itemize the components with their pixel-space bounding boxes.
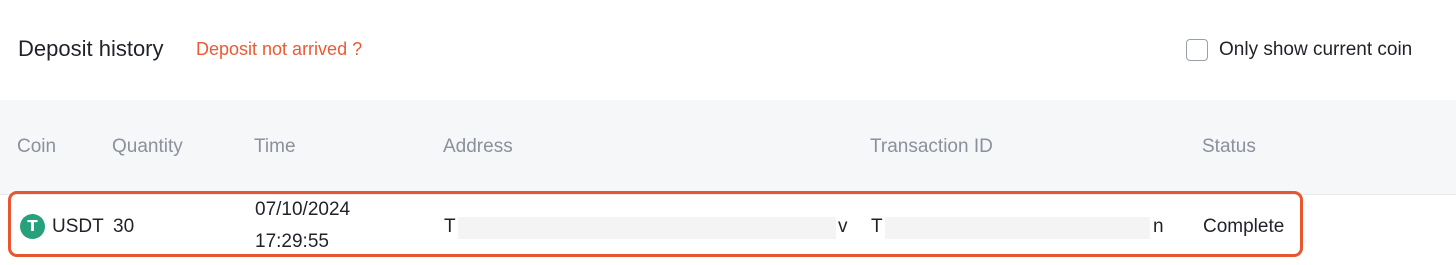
column-header-time: Time	[254, 136, 296, 157]
only-show-current-coin-label[interactable]: Only show current coin	[1219, 39, 1412, 61]
address-redaction	[458, 217, 836, 239]
deposit-not-arrived-link[interactable]: Deposit not arrived ?	[196, 39, 362, 60]
column-header-transaction-id: Transaction ID	[870, 136, 993, 157]
table-header: Coin Quantity Time Address Transaction I…	[0, 100, 1456, 195]
column-header-address: Address	[443, 136, 513, 157]
page-title: Deposit history	[18, 36, 164, 61]
only-show-current-coin-toggle[interactable]: Only show current coin	[1186, 38, 1412, 62]
transaction-id-redaction	[885, 217, 1150, 239]
coin-name: USDT	[52, 216, 104, 237]
transaction-id-start[interactable]: T	[871, 216, 883, 238]
status-value: Complete	[1203, 216, 1285, 237]
deposit-date: 07/10/2024	[255, 199, 351, 220]
column-header-coin: Coin	[17, 136, 57, 157]
column-header-quantity: Quantity	[112, 136, 183, 157]
address-end: v	[838, 216, 848, 237]
deposit-time: 17:29:55	[255, 231, 329, 252]
address-start: T	[444, 216, 456, 237]
quantity-value: 30	[113, 216, 135, 237]
table-row[interactable]: T USDT 30 07/10/2024 17:29:55 T v T n Co…	[8, 191, 1303, 257]
column-header-status: Status	[1202, 136, 1256, 157]
tether-icon: T	[20, 214, 45, 239]
transaction-id-end[interactable]: n	[1153, 216, 1164, 238]
deposit-history-header: Deposit history Deposit not arrived ? On…	[0, 0, 1456, 100]
only-show-current-coin-checkbox[interactable]	[1186, 39, 1208, 61]
